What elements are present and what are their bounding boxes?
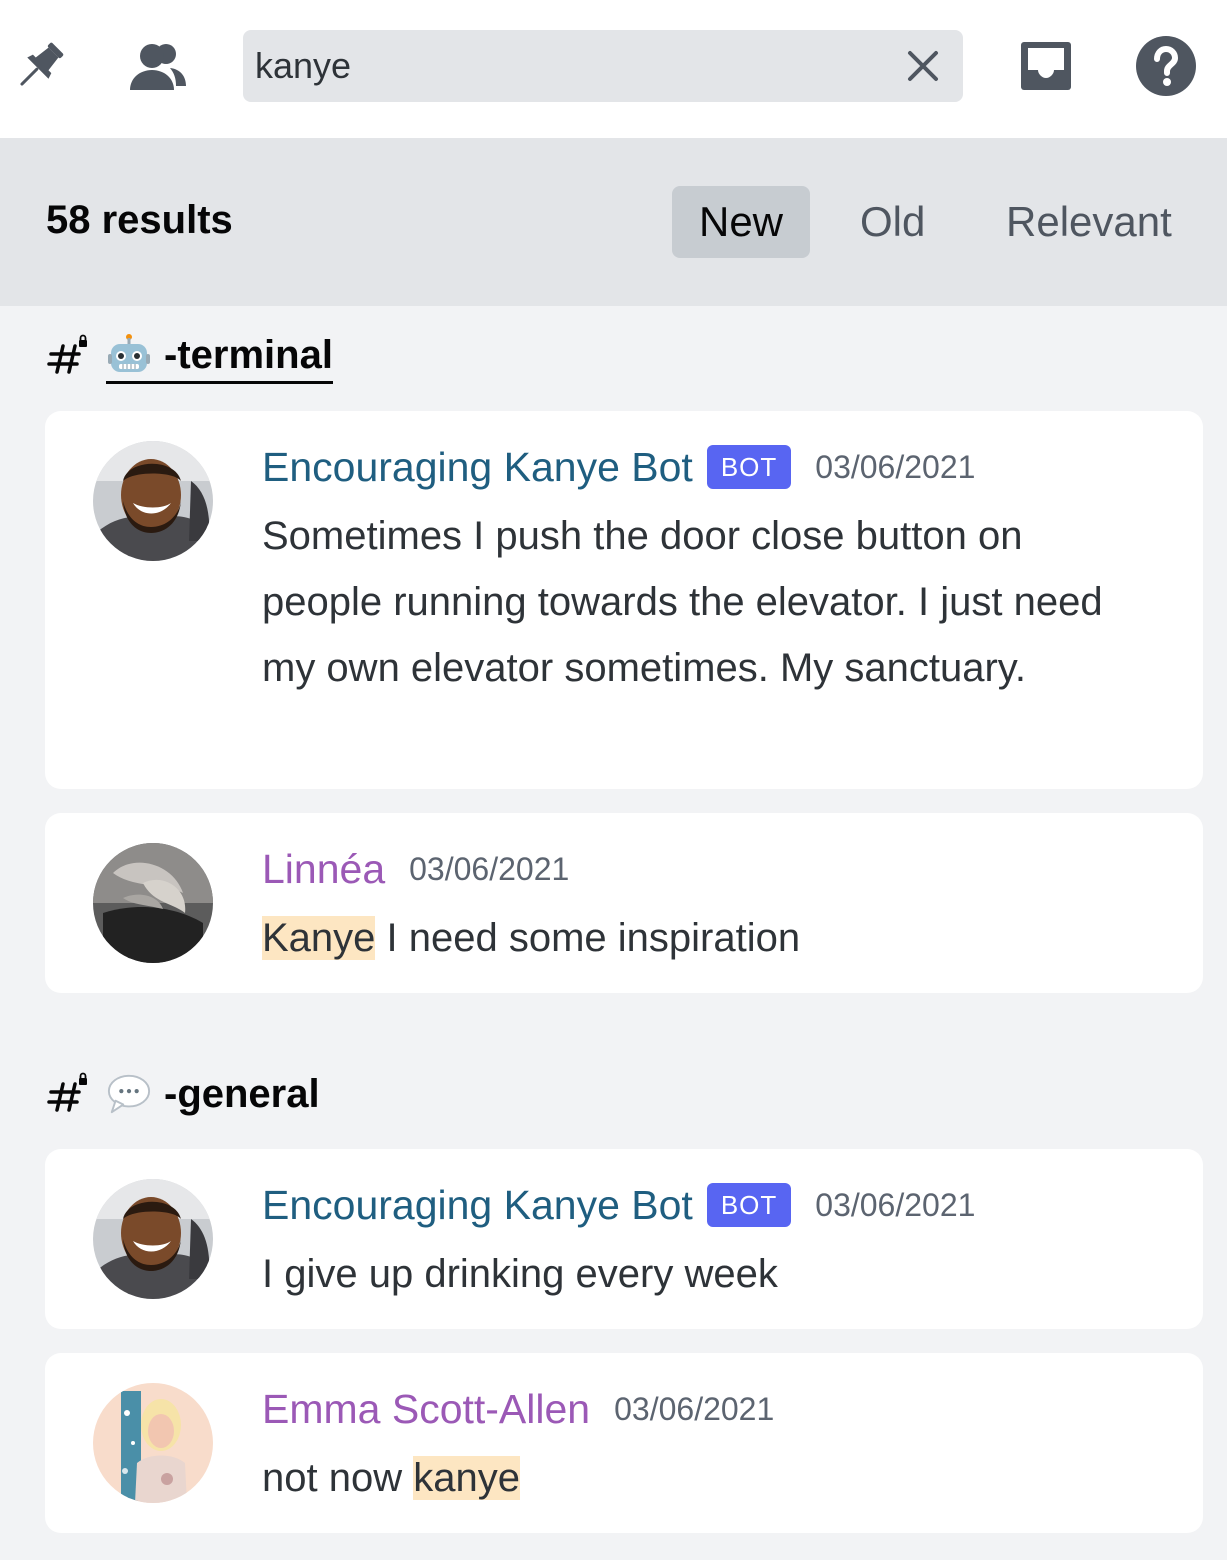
channel-header-general: -general	[46, 1066, 320, 1122]
channel-name[interactable]: -general	[164, 1068, 320, 1120]
avatar[interactable]	[93, 843, 213, 963]
author-name[interactable]: Encouraging Kanye Bot	[262, 439, 693, 495]
message-content: not now kanye	[262, 1445, 1142, 1511]
message-text: not now	[262, 1456, 414, 1500]
message-content: I give up drinking every week	[262, 1252, 778, 1296]
bot-badge: BOT	[706, 445, 792, 489]
message-content: Sometimes I push the door close button o…	[262, 514, 1103, 690]
message-header: Encouraging Kanye Bot BOT 03/06/2021	[262, 439, 975, 495]
search-highlight: Kanye	[262, 916, 376, 960]
sort-tab-relevant[interactable]: Relevant	[982, 186, 1196, 258]
clear-search-button[interactable]	[903, 46, 943, 86]
members-icon	[130, 44, 186, 90]
message-header: Emma Scott-Allen 03/06/2021	[262, 1381, 774, 1437]
help-button[interactable]	[1134, 34, 1198, 98]
channel-link-terminal[interactable]: -terminal	[106, 329, 333, 384]
author-name[interactable]: Encouraging Kanye Bot	[262, 1177, 693, 1233]
timestamp: 03/06/2021	[614, 1391, 775, 1427]
sort-tab-old[interactable]: Old	[836, 186, 949, 258]
author-name[interactable]: Linnéa	[262, 841, 385, 897]
message-content: Kanye I need some inspiration	[262, 905, 1142, 971]
results-header: 58 results New Old Relevant	[0, 138, 1227, 306]
avatar[interactable]	[93, 441, 213, 561]
private-channel-icon	[46, 1071, 92, 1117]
channel-name: -terminal	[164, 332, 333, 377]
inbox-icon	[1021, 42, 1071, 90]
search-result-message[interactable]: Emma Scott-Allen 03/06/2021 not now kany…	[45, 1353, 1203, 1533]
search-result-message[interactable]: Linnéa 03/06/2021 Kanye I need some insp…	[45, 813, 1203, 993]
timestamp: 03/06/2021	[409, 851, 570, 887]
pin-icon	[20, 42, 64, 86]
search-result-message[interactable]: Encouraging Kanye Bot BOT 03/06/2021 Som…	[45, 411, 1203, 789]
author-name[interactable]: Emma Scott-Allen	[262, 1381, 590, 1437]
pinned-messages-button[interactable]	[8, 34, 72, 98]
search-box[interactable]	[243, 30, 963, 102]
close-icon	[908, 51, 938, 81]
search-highlight: kanye	[413, 1456, 520, 1500]
search-result-message[interactable]: Encouraging Kanye Bot BOT 03/06/2021 I g…	[45, 1149, 1203, 1329]
message-header: Linnéa 03/06/2021	[262, 841, 569, 897]
search-input[interactable]	[255, 30, 875, 102]
speech-balloon-icon	[106, 1071, 152, 1117]
timestamp: 03/06/2021	[815, 1187, 976, 1223]
inbox-button[interactable]	[1014, 34, 1078, 98]
sort-tab-new[interactable]: New	[672, 186, 810, 258]
bot-badge: BOT	[706, 1183, 792, 1227]
message-text: I need some inspiration	[375, 916, 801, 960]
robot-face-icon	[106, 332, 152, 378]
avatar[interactable]	[93, 1179, 213, 1299]
help-icon	[1136, 36, 1196, 96]
top-bar	[0, 0, 1227, 138]
avatar[interactable]	[93, 1383, 213, 1503]
channel-header-terminal: -terminal	[46, 328, 333, 384]
message-header: Encouraging Kanye Bot BOT 03/06/2021	[262, 1177, 975, 1233]
timestamp: 03/06/2021	[815, 449, 976, 485]
private-channel-icon	[46, 333, 92, 379]
results-count: 58 results	[46, 198, 233, 242]
member-list-button[interactable]	[126, 34, 190, 98]
